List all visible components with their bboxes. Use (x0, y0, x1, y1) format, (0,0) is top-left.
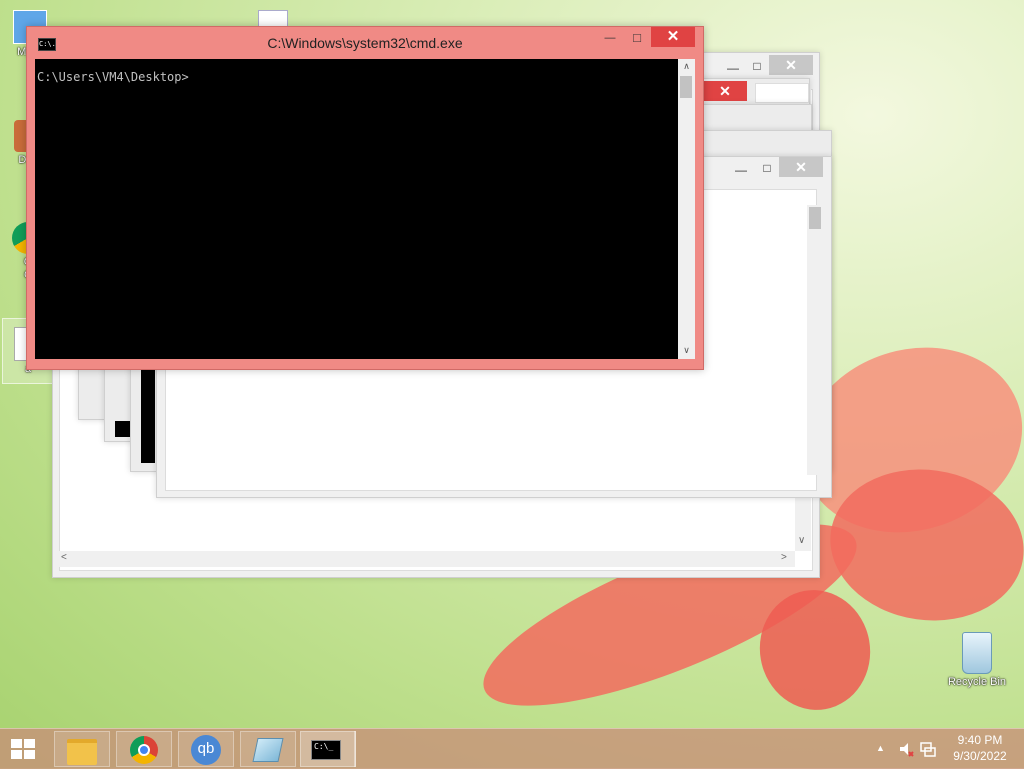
minimize-button[interactable]: — (721, 59, 745, 77)
minimize-button[interactable]: — (597, 27, 623, 49)
chrome-icon (130, 736, 158, 764)
volume-muted-icon[interactable] (898, 741, 914, 757)
network-icon[interactable] (920, 741, 936, 757)
system-clock[interactable]: 9:40 PM 9/30/2022 (942, 732, 1018, 764)
scroll-right-icon[interactable]: > (781, 552, 787, 563)
scroll-down-icon[interactable]: ∨ (798, 535, 805, 546)
desktop-icon-label: Recycle Bin (947, 676, 1007, 688)
recycle-bin-icon (962, 632, 992, 674)
folder-icon (67, 739, 97, 765)
maximize-button[interactable]: □ (745, 57, 769, 75)
close-button[interactable]: ✕ (779, 157, 823, 177)
windows-logo-icon (11, 739, 35, 759)
vertical-scrollbar[interactable] (807, 205, 823, 475)
minimize-button[interactable]: — (729, 161, 753, 179)
scroll-down-icon[interactable]: ∨ (678, 343, 695, 357)
maximize-button[interactable]: □ (624, 27, 650, 49)
taskbar-notepad[interactable] (240, 731, 296, 767)
clock-date: 9/30/2022 (953, 749, 1007, 763)
taskbar-file-explorer[interactable] (54, 731, 110, 767)
taskbar-google-chrome[interactable] (116, 731, 172, 767)
show-hidden-icons[interactable]: ▲ (876, 743, 885, 753)
horizontal-scrollbar[interactable]: < > (59, 551, 795, 567)
status-block (115, 421, 131, 437)
command-prompt: C:\Users\VM4\Desktop> (37, 70, 189, 84)
close-button[interactable]: ✕ (703, 81, 747, 101)
close-button[interactable]: ✕ (769, 55, 813, 75)
scroll-thumb[interactable] (809, 207, 821, 229)
cmd-icon-label: C:\_ (314, 742, 334, 751)
taskbar: qb C:\_ ▲ (0, 728, 1024, 769)
scroll-up-icon[interactable]: ∧ (678, 59, 695, 73)
vertical-scrollbar[interactable]: ∧ ∨ (678, 59, 695, 359)
console-output[interactable]: C:\Users\VM4\Desktop> (35, 59, 678, 359)
qbittorrent-label: qb (197, 740, 215, 757)
clock-time: 9:40 PM (957, 733, 1003, 747)
taskbar-qbittorrent[interactable]: qb (178, 731, 234, 767)
scroll-thumb[interactable] (680, 76, 692, 98)
qbittorrent-icon: qb (191, 735, 221, 765)
black-bar (141, 367, 155, 463)
notepad-icon (252, 738, 284, 762)
maximize-button[interactable]: □ (755, 159, 779, 177)
taskbar-divider (354, 731, 356, 767)
cmd-icon: C:\_ (311, 740, 341, 760)
cmd-window[interactable]: C:\. C:\Windows\system32\cmd.exe — □ ✕ C… (26, 26, 704, 370)
close-button[interactable]: ✕ (651, 27, 695, 47)
taskbar-command-prompt[interactable]: C:\_ (300, 731, 356, 767)
start-button[interactable] (8, 735, 38, 763)
scroll-left-icon[interactable]: < (61, 552, 67, 563)
address-bar (755, 83, 809, 103)
desktop-icon-recycle-bin[interactable]: Recycle Bin (942, 632, 1012, 688)
